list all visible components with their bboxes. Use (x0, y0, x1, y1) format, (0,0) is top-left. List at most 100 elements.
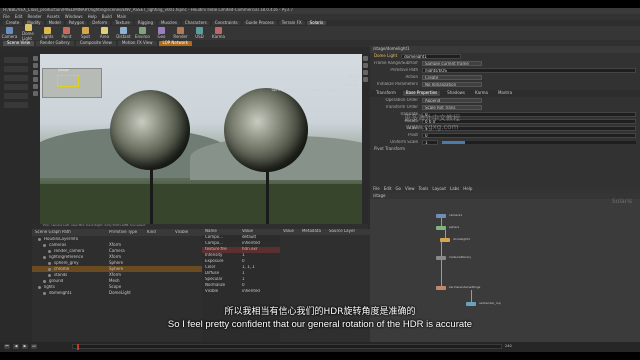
prim-icon (43, 279, 46, 283)
shelf-tool[interactable]: Geo (155, 26, 168, 40)
playback-button[interactable]: ⏭ (31, 344, 37, 349)
menu-item[interactable]: Main (117, 14, 127, 20)
parm-tab[interactable]: Karma (472, 90, 491, 96)
parm-tab[interactable]: Base Properties (402, 90, 441, 96)
tool-slot[interactable] (4, 66, 28, 72)
network-menu-item[interactable]: Edit (384, 186, 392, 192)
network-menu-item[interactable]: View (405, 186, 415, 192)
prim-type: Sphere (109, 265, 124, 271)
attr-header-cell: Value (283, 229, 294, 233)
shelf-tool[interactable]: Camera (2, 26, 17, 40)
parm-menu[interactable]: Create (422, 75, 482, 80)
shelf-tool[interactable]: Area (98, 26, 111, 40)
pane-tab[interactable]: Render Gallery (35, 40, 74, 46)
shelf-tab[interactable]: Terrain FX (278, 20, 305, 26)
parm-slider[interactable] (442, 141, 636, 144)
rotate-icon[interactable] (33, 70, 38, 75)
section-header[interactable]: Pivot Transform (370, 146, 640, 153)
watermark-line: 更多海外中文教程 (404, 114, 460, 122)
pane-tab[interactable]: Motion FX View (117, 40, 157, 46)
pane-tab[interactable]: Scene View (3, 40, 34, 46)
tool-slot[interactable] (4, 93, 28, 99)
menu-item[interactable]: Windows (65, 14, 83, 20)
shelf-tool[interactable]: USD (193, 26, 206, 40)
tool-slot[interactable] (4, 57, 28, 63)
parm-field[interactable]: 0 (422, 133, 636, 138)
shelf-tool[interactable]: Karma (212, 26, 225, 40)
shelf-tab[interactable]: Guide Process (242, 20, 277, 26)
pane-tab[interactable]: Composite View (75, 40, 116, 46)
chrome-sphere-right[interactable] (224, 88, 308, 172)
timeline-scrubber[interactable] (72, 344, 502, 350)
lop-node[interactable] (436, 286, 446, 290)
shelf-tab[interactable]: Polygon (65, 20, 88, 26)
tool-icon (101, 26, 108, 34)
network-path[interactable]: /stage (373, 193, 385, 199)
tool-slot[interactable] (4, 75, 28, 81)
network-menu-item[interactable]: Layout (432, 186, 446, 192)
network-menu-item[interactable]: Tools (419, 186, 429, 192)
display-icon[interactable] (363, 56, 368, 61)
menu-item[interactable]: Assets (47, 14, 60, 20)
move-icon[interactable] (33, 63, 38, 68)
scene-graph-row[interactable]: domelight1 DomeLight (32, 290, 202, 296)
playhead[interactable] (77, 344, 79, 350)
node-graph[interactable]: File Edit Go View Tools Layout Labs Help /stage… (370, 186, 640, 342)
shelf-tool[interactable]: Render (173, 26, 188, 40)
scale-icon[interactable] (33, 77, 38, 82)
playback-button[interactable]: ◀ (13, 344, 19, 349)
parm-path[interactable]: /stage/domelight1 (373, 46, 410, 52)
shelf-tool[interactable]: Environ (135, 26, 150, 40)
shelf-tab[interactable]: Texture (112, 20, 133, 26)
viewport[interactable]: /stage Persp Cam persp1 Opts [Full] Opti… (40, 54, 368, 224)
pane-tab[interactable]: LOP Network (158, 40, 193, 46)
menu-item[interactable]: File (3, 14, 10, 20)
lop-node[interactable] (466, 302, 476, 306)
menu-item[interactable]: Edit (15, 14, 23, 20)
node-name-field[interactable]: domelight1 (401, 54, 462, 59)
parm-field[interactable]: /lights/$OS (422, 68, 636, 73)
menu-item[interactable]: Build (102, 14, 112, 20)
display-icon[interactable] (363, 70, 368, 75)
network-menu-item[interactable]: Labs (450, 186, 459, 192)
shelf-tab[interactable]: Model (45, 20, 64, 26)
parm-menu[interactable]: No Initialization (422, 82, 482, 87)
network-menu-item[interactable]: File (373, 186, 380, 192)
viewport-inset (42, 68, 102, 98)
shelf-tool[interactable]: Spot (79, 26, 92, 40)
light-icon[interactable] (33, 91, 38, 96)
shelf-tool[interactable]: Distant (116, 26, 131, 40)
parm-tab[interactable]: Shadows (444, 90, 468, 96)
chrome-sphere-left[interactable] (110, 90, 190, 170)
menu-item[interactable]: Help (88, 14, 97, 20)
details-row[interactable]: Visible inherited (202, 289, 280, 295)
shelf-tab[interactable]: Characters (181, 20, 210, 26)
parm-field[interactable]: 1 (422, 140, 438, 145)
parm-tab[interactable]: Mantra (495, 90, 515, 96)
shelf-tab[interactable]: Create (3, 20, 23, 26)
playback-button[interactable]: ▶ (22, 344, 28, 349)
tool-slot[interactable] (4, 84, 28, 90)
display-icon[interactable] (363, 77, 368, 82)
network-menu-item[interactable]: Help (463, 186, 472, 192)
select-icon[interactable] (33, 56, 38, 61)
shelf-tool[interactable]: Point (60, 26, 73, 40)
shelf-tab[interactable]: Constraints (211, 20, 241, 26)
shelf-tab[interactable]: Rigging (134, 20, 156, 26)
parm-menu[interactable]: Sample current frame (422, 61, 482, 66)
shelf-tool[interactable]: Lights (41, 26, 54, 40)
houdini-window: H:/BBL/VEX_Class_production/PRELIMINARY/… (0, 8, 640, 352)
parm-menu[interactable]: Scale Rot Trans (422, 105, 482, 110)
parm-menu[interactable]: Append (422, 98, 482, 103)
shelf-tab[interactable]: Muscles (157, 20, 180, 26)
playback-button[interactable]: ⏮ (4, 344, 10, 349)
display-icon[interactable] (363, 63, 368, 68)
attribute-panel: Value Metadata Source Layer (280, 229, 370, 342)
shelf-tab[interactable]: Solaris (306, 20, 327, 26)
handle-icon[interactable] (33, 84, 38, 89)
shelf-tab[interactable]: Deform (89, 20, 111, 26)
menu-item[interactable]: Render (27, 14, 41, 20)
parm-tab[interactable]: Transform (373, 90, 399, 96)
network-menu-item[interactable]: Go (395, 186, 401, 192)
tool-slot[interactable] (4, 102, 28, 108)
